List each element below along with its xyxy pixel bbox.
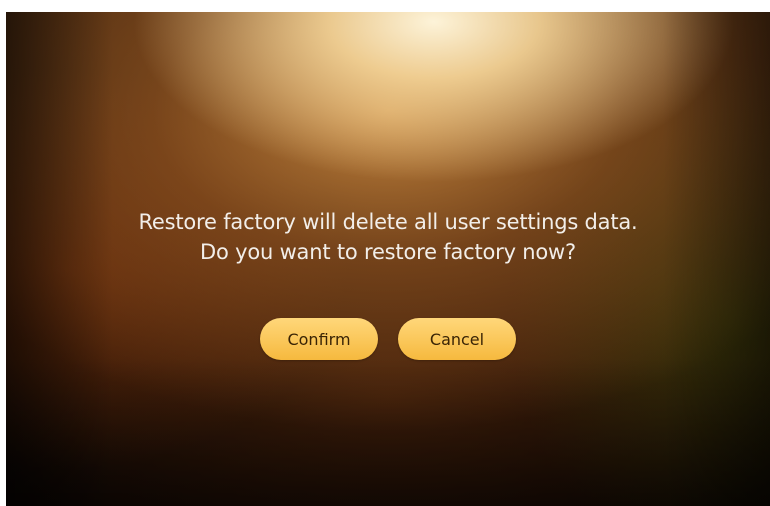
- restore-factory-message: Restore factory will delete all user set…: [6, 207, 770, 267]
- restore-factory-screen: Restore factory will delete all user set…: [6, 12, 770, 506]
- dialog-button-row: Confirm Cancel: [6, 318, 770, 360]
- message-line-1: Restore factory will delete all user set…: [138, 210, 638, 234]
- message-line-2: Do you want to restore factory now?: [200, 240, 576, 264]
- cancel-button[interactable]: Cancel: [398, 318, 516, 360]
- confirm-button[interactable]: Confirm: [260, 318, 378, 360]
